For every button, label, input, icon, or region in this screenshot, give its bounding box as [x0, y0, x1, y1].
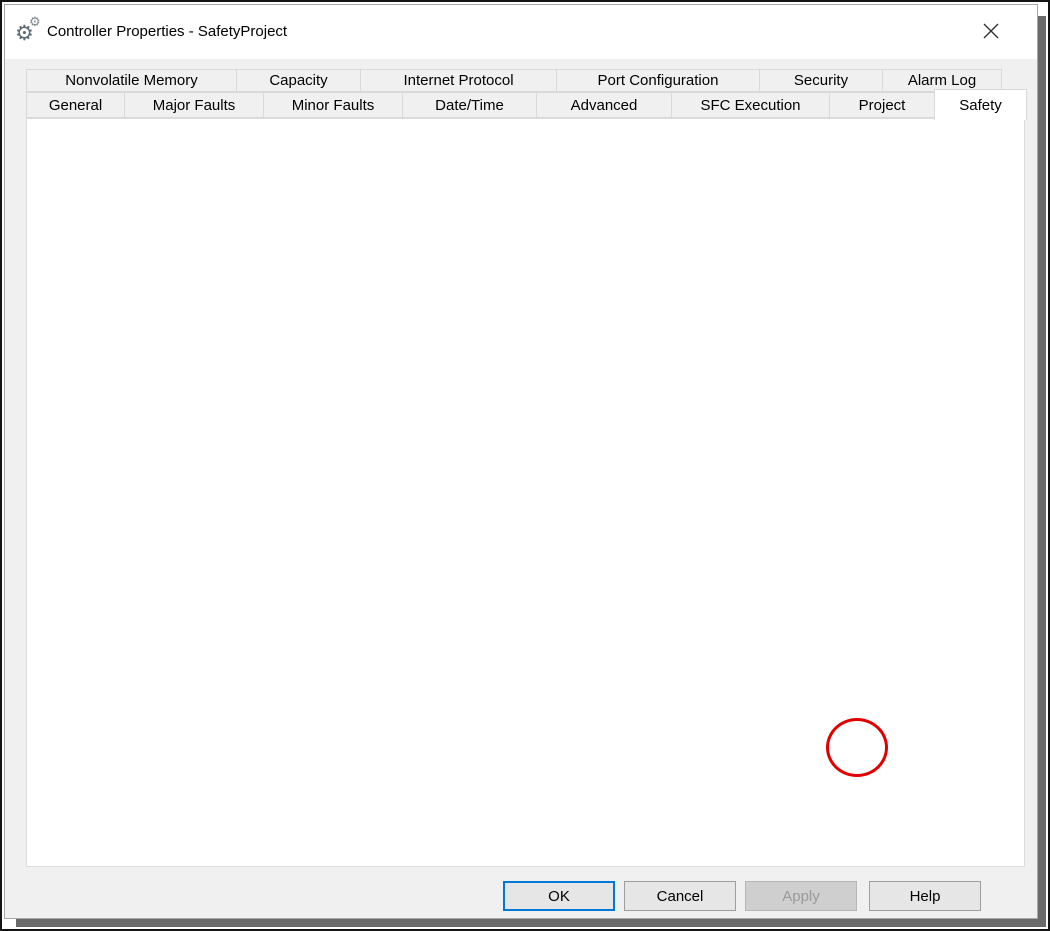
tab-general[interactable]: General: [26, 92, 125, 118]
tab-security[interactable]: Security: [759, 69, 883, 92]
controller-properties-dialog: ⚙ ⚙ Controller Properties - SafetyProjec…: [4, 4, 1038, 919]
tab-internet-protocol[interactable]: Internet Protocol: [360, 69, 557, 92]
cancel-button[interactable]: Cancel: [624, 881, 736, 911]
annotation-circle: [826, 718, 888, 777]
apply-button[interactable]: Apply: [745, 881, 857, 911]
tab-safety[interactable]: Safety: [934, 89, 1027, 120]
help-button[interactable]: Help: [869, 881, 981, 911]
tab-major-faults[interactable]: Major Faults: [124, 92, 264, 118]
tab-nonvolatile-memory[interactable]: Nonvolatile Memory: [26, 69, 237, 92]
tab-minor-faults[interactable]: Minor Faults: [263, 92, 403, 118]
tab-date-time[interactable]: Date/Time: [402, 92, 537, 118]
tab-sfc-execution[interactable]: SFC Execution: [671, 92, 830, 118]
window-title: Controller Properties - SafetyProject: [47, 23, 288, 40]
title-bar: ⚙ ⚙ Controller Properties - SafetyProjec…: [5, 5, 1037, 59]
tab-advanced[interactable]: Advanced: [536, 92, 672, 118]
gear-icon: ⚙ ⚙: [15, 14, 41, 45]
tab-project[interactable]: Project: [829, 92, 935, 118]
tab-port-configuration[interactable]: Port Configuration: [556, 69, 760, 92]
ok-button[interactable]: OK: [503, 881, 615, 911]
close-icon[interactable]: [963, 11, 1019, 51]
screenshot-frame: ⚙ ⚙ Controller Properties - SafetyProjec…: [0, 0, 1050, 931]
tab-capacity[interactable]: Capacity: [236, 69, 361, 92]
